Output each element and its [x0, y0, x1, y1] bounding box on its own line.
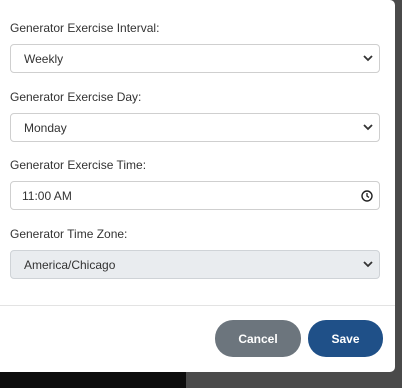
day-select[interactable]: Monday — [10, 113, 380, 142]
time-label: Generator Exercise Time: — [10, 158, 147, 172]
generator-settings-modal: Generator Exercise Interval: Weekly Gene… — [0, 0, 395, 372]
chevron-down-icon — [357, 55, 379, 62]
day-label: Generator Exercise Day: — [10, 90, 142, 104]
interval-label: Generator Exercise Interval: — [10, 21, 160, 35]
cancel-button[interactable]: Cancel — [215, 320, 301, 357]
timezone-select[interactable]: America/Chicago — [10, 250, 380, 279]
interval-value: Weekly — [24, 51, 64, 66]
timezone-value: America/Chicago — [24, 257, 116, 272]
timezone-label: Generator Time Zone: — [10, 227, 128, 241]
backdrop — [0, 372, 186, 388]
chevron-down-icon — [357, 124, 379, 131]
save-button[interactable]: Save — [308, 320, 383, 357]
day-value: Monday — [24, 120, 67, 135]
footer-divider — [0, 305, 395, 306]
interval-select[interactable]: Weekly — [10, 44, 380, 73]
clock-icon[interactable] — [355, 189, 379, 202]
chevron-down-icon — [357, 261, 379, 268]
time-input[interactable]: 11:00 AM — [10, 181, 380, 210]
time-value: 11:00 AM — [22, 188, 72, 203]
